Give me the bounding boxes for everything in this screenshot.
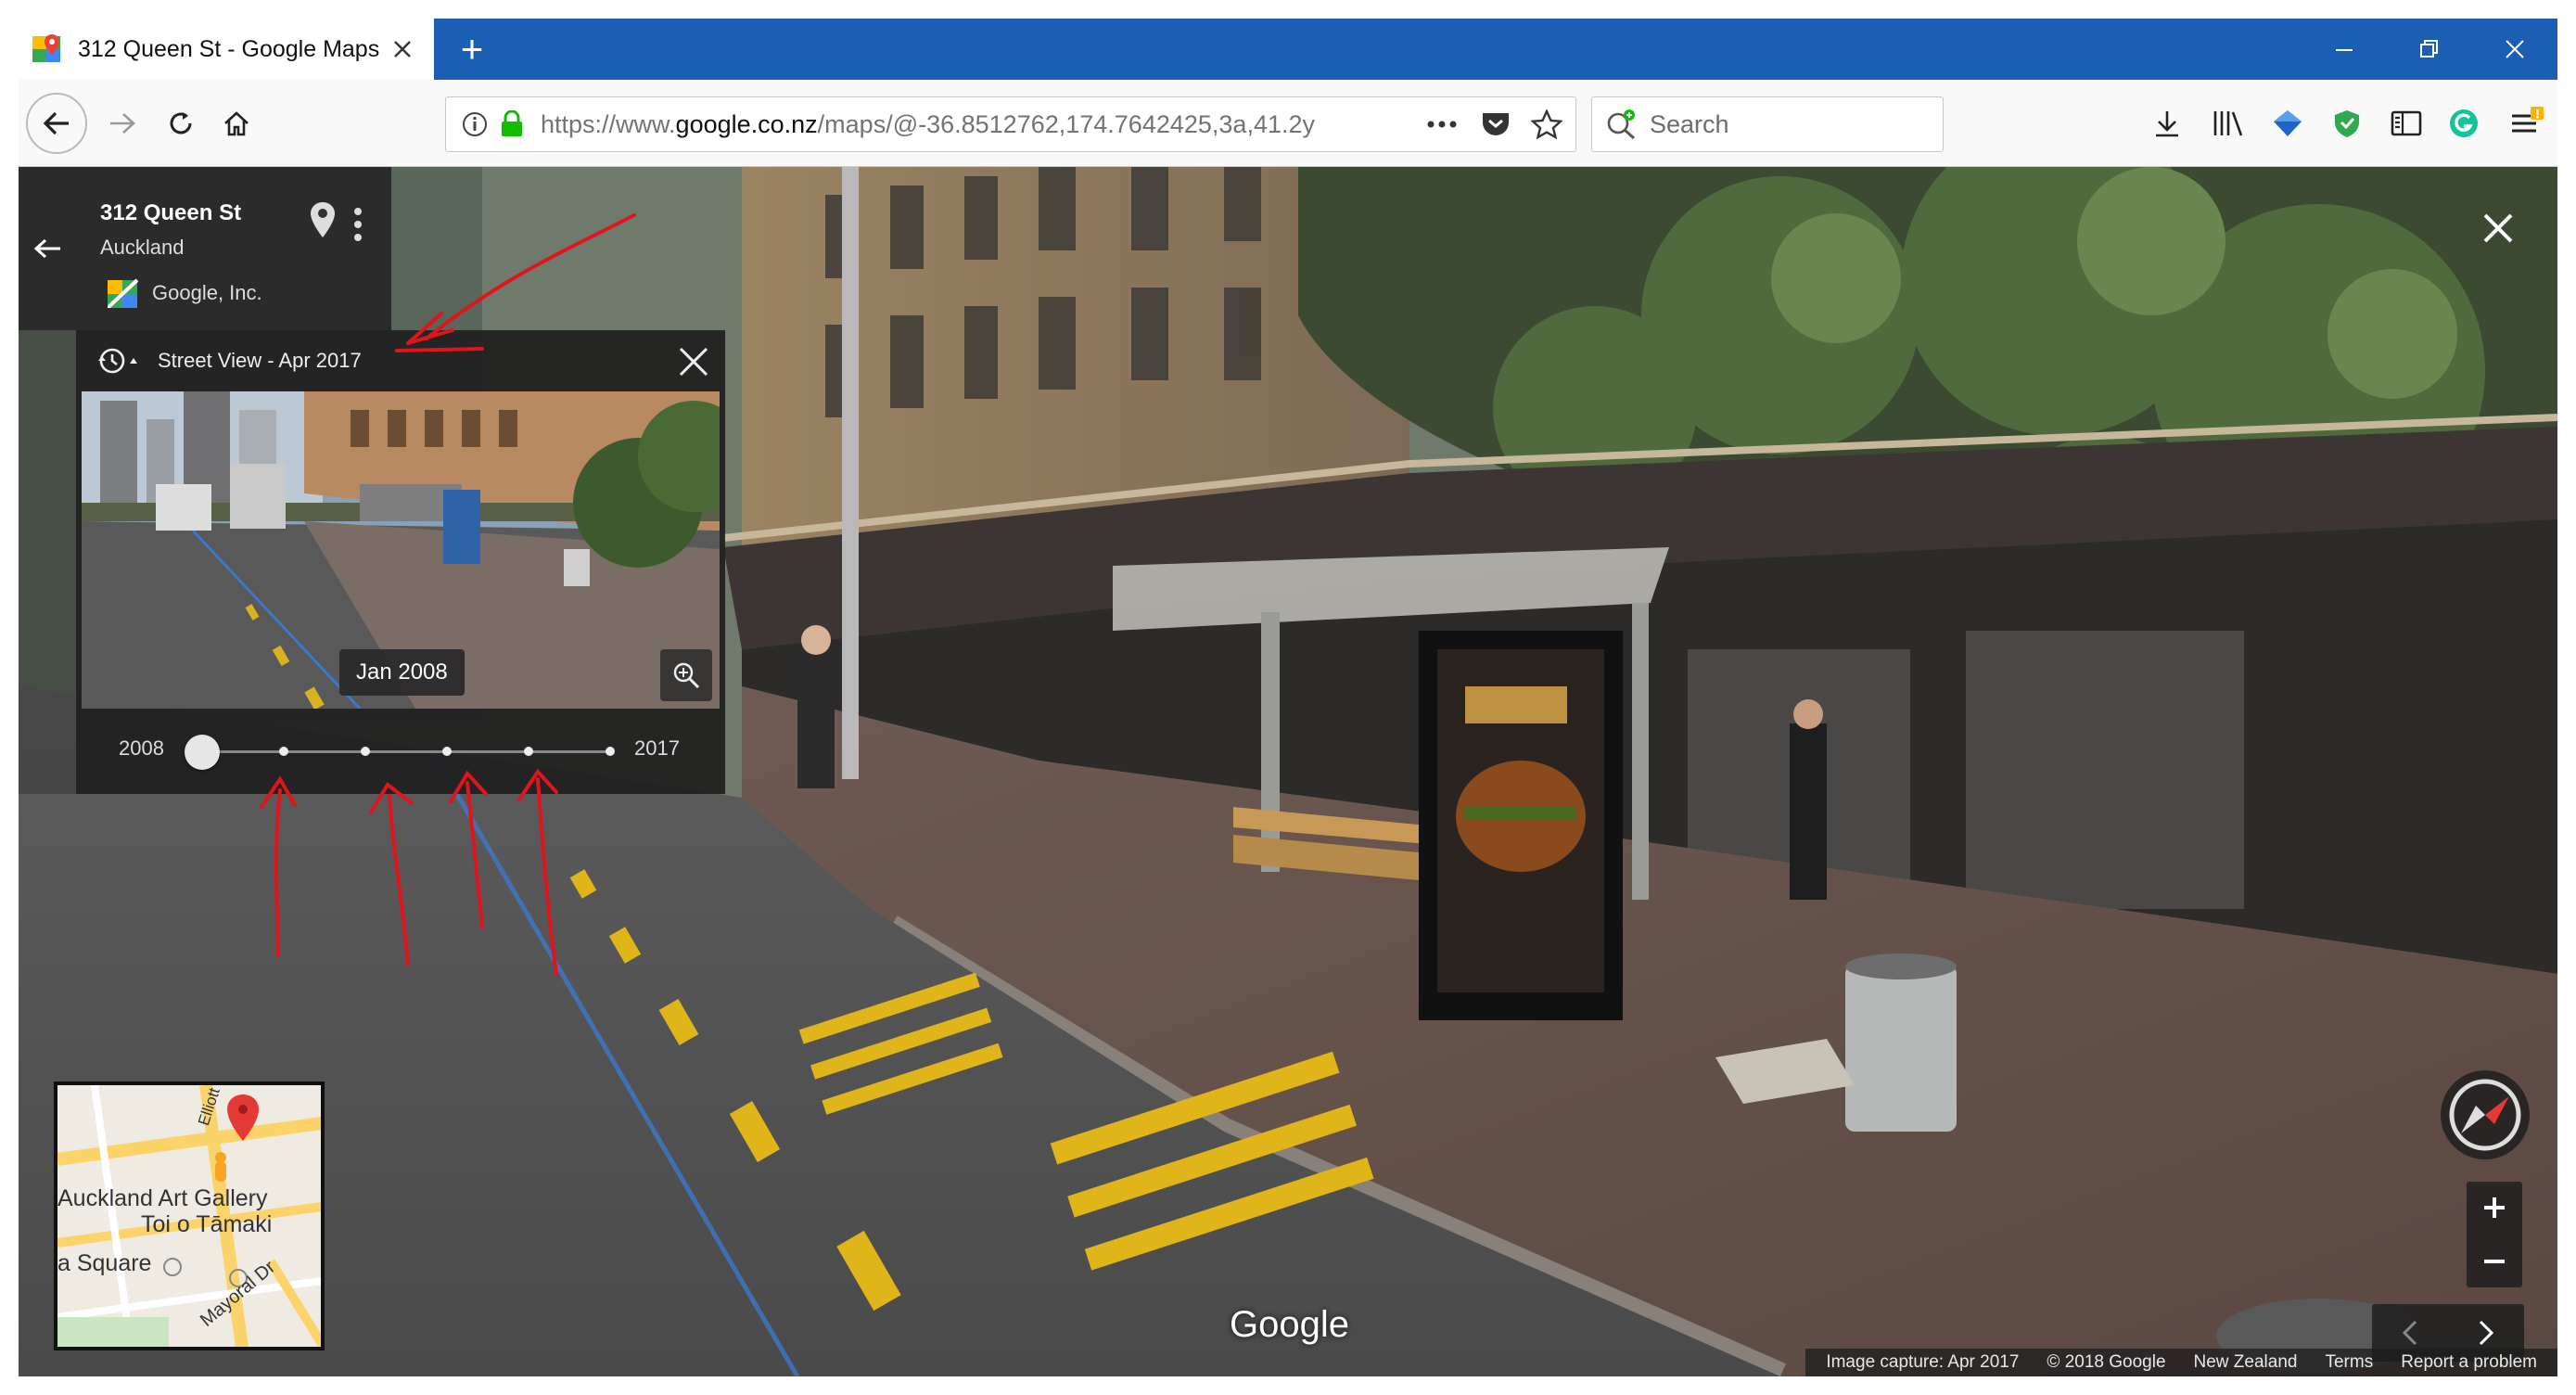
zoom-in-button[interactable] bbox=[2467, 1182, 2522, 1234]
terms-link[interactable]: Terms bbox=[2325, 1352, 2373, 1373]
slider-track[interactable] bbox=[202, 750, 610, 753]
pin-icon[interactable] bbox=[306, 200, 339, 241]
capture-tick[interactable] bbox=[606, 747, 615, 756]
reload-icon[interactable] bbox=[156, 98, 206, 148]
time-machine-title: Street View - Apr 2017 bbox=[158, 349, 362, 372]
author-name: Google, Inc. bbox=[152, 281, 262, 304]
region-link[interactable]: New Zealand bbox=[2194, 1352, 2298, 1373]
kebab-icon[interactable] bbox=[351, 204, 365, 245]
maps-favicon-icon bbox=[32, 33, 63, 65]
navigation-toolbar: https://www.google.co.nz/maps/@-36.85127… bbox=[19, 80, 2557, 167]
author-row: Google, Inc. bbox=[108, 278, 262, 308]
more-icon[interactable] bbox=[1427, 121, 1457, 128]
image-capture-date: Image capture: Apr 2017 bbox=[1826, 1352, 2020, 1372]
back-icon[interactable] bbox=[26, 93, 87, 154]
info-icon[interactable] bbox=[461, 110, 489, 138]
url-text: https://www.google.co.nz/maps/@-36.85127… bbox=[541, 109, 1315, 138]
card-edge bbox=[19, 330, 76, 794]
restore-icon[interactable] bbox=[2387, 19, 2472, 80]
report-problem-link[interactable]: Report a problem bbox=[2401, 1352, 2537, 1373]
minimap[interactable]: Auckland Art Gallery Toi o Tāmaki a Squa… bbox=[54, 1081, 325, 1350]
street-view-viewport[interactable]: 312 Queen St Auckland Google, Inc. Stree… bbox=[19, 167, 2557, 1376]
tab-title: 312 Queen St - Google Maps bbox=[78, 35, 380, 62]
tab-bar: 312 Queen St - Google Maps + bbox=[19, 19, 2557, 80]
pocket-icon[interactable] bbox=[1481, 110, 1511, 138]
url-bar[interactable]: https://www.google.co.nz/maps/@-36.85127… bbox=[445, 96, 1576, 152]
location-card: 312 Queen St Auckland Google, Inc. bbox=[19, 167, 391, 330]
menu-icon[interactable] bbox=[2502, 98, 2552, 148]
zoom-controls bbox=[2467, 1182, 2522, 1287]
close-icon[interactable] bbox=[675, 343, 712, 380]
capture-tick[interactable] bbox=[442, 747, 452, 756]
bookmark-icon[interactable] bbox=[2263, 98, 2313, 148]
new-tab-button[interactable]: + bbox=[447, 24, 497, 74]
window-close-icon[interactable] bbox=[2472, 19, 2557, 80]
place-city: Auckland bbox=[100, 236, 185, 259]
copyright-text: © 2018 Google bbox=[2047, 1352, 2166, 1372]
map-footer: Image capture: Apr 2017 © 2018 Google Ne… bbox=[1805, 1349, 2557, 1376]
shield-icon[interactable] bbox=[2322, 98, 2372, 148]
minimize-icon[interactable] bbox=[2302, 19, 2387, 80]
slider-thumb[interactable] bbox=[185, 735, 220, 770]
library-icon[interactable] bbox=[2203, 98, 2253, 148]
maps-logo-icon bbox=[108, 278, 139, 308]
back-to-map-icon[interactable] bbox=[19, 167, 76, 330]
minimap-label-toi: Toi o Tāmaki bbox=[141, 1211, 273, 1237]
compass-icon[interactable] bbox=[2441, 1070, 2530, 1159]
capture-tick[interactable] bbox=[361, 747, 370, 756]
window-controls bbox=[2302, 19, 2557, 80]
star-icon[interactable] bbox=[1531, 109, 1562, 139]
search-placeholder: Search bbox=[1650, 109, 1729, 138]
selected-date-label: Jan 2008 bbox=[339, 649, 465, 696]
capture-tick[interactable] bbox=[279, 747, 288, 756]
start-year-label: 2008 bbox=[119, 736, 164, 760]
time-machine-panel: Street View - Apr 2017 Jan 2008 2008 201… bbox=[76, 330, 725, 794]
close-street-view-icon[interactable] bbox=[2478, 208, 2519, 249]
zoom-icon[interactable] bbox=[660, 649, 712, 701]
tab-close-icon[interactable] bbox=[384, 31, 421, 68]
search-field[interactable]: Search bbox=[1591, 96, 1944, 152]
timeline-slider[interactable]: 2008 2017 bbox=[76, 709, 725, 794]
lock-icon[interactable] bbox=[500, 110, 524, 138]
tab-google-maps[interactable]: 312 Queen St - Google Maps bbox=[19, 19, 434, 80]
minimap-label-gallery: Auckland Art Gallery bbox=[57, 1185, 268, 1211]
download-icon[interactable] bbox=[2142, 98, 2192, 148]
forward-icon[interactable] bbox=[98, 98, 148, 148]
minimap-label-square: a Square bbox=[57, 1250, 152, 1276]
google-watermark: Google bbox=[1230, 1304, 1349, 1345]
grammarly-icon[interactable] bbox=[2439, 98, 2489, 148]
search-icon bbox=[1605, 109, 1639, 140]
time-machine-header: Street View - Apr 2017 bbox=[76, 330, 725, 391]
zoom-out-button[interactable] bbox=[2467, 1235, 2522, 1287]
history-icon[interactable] bbox=[96, 345, 139, 377]
historic-preview-image[interactable]: Jan 2008 bbox=[82, 391, 720, 709]
capture-tick[interactable] bbox=[524, 747, 533, 756]
sidebar-icon[interactable] bbox=[2381, 98, 2431, 148]
home-icon[interactable] bbox=[211, 98, 261, 148]
browser-window: 312 Queen St - Google Maps + https://www… bbox=[19, 19, 2557, 1376]
end-year-label: 2017 bbox=[634, 736, 680, 760]
place-name: 312 Queen St bbox=[100, 200, 242, 225]
